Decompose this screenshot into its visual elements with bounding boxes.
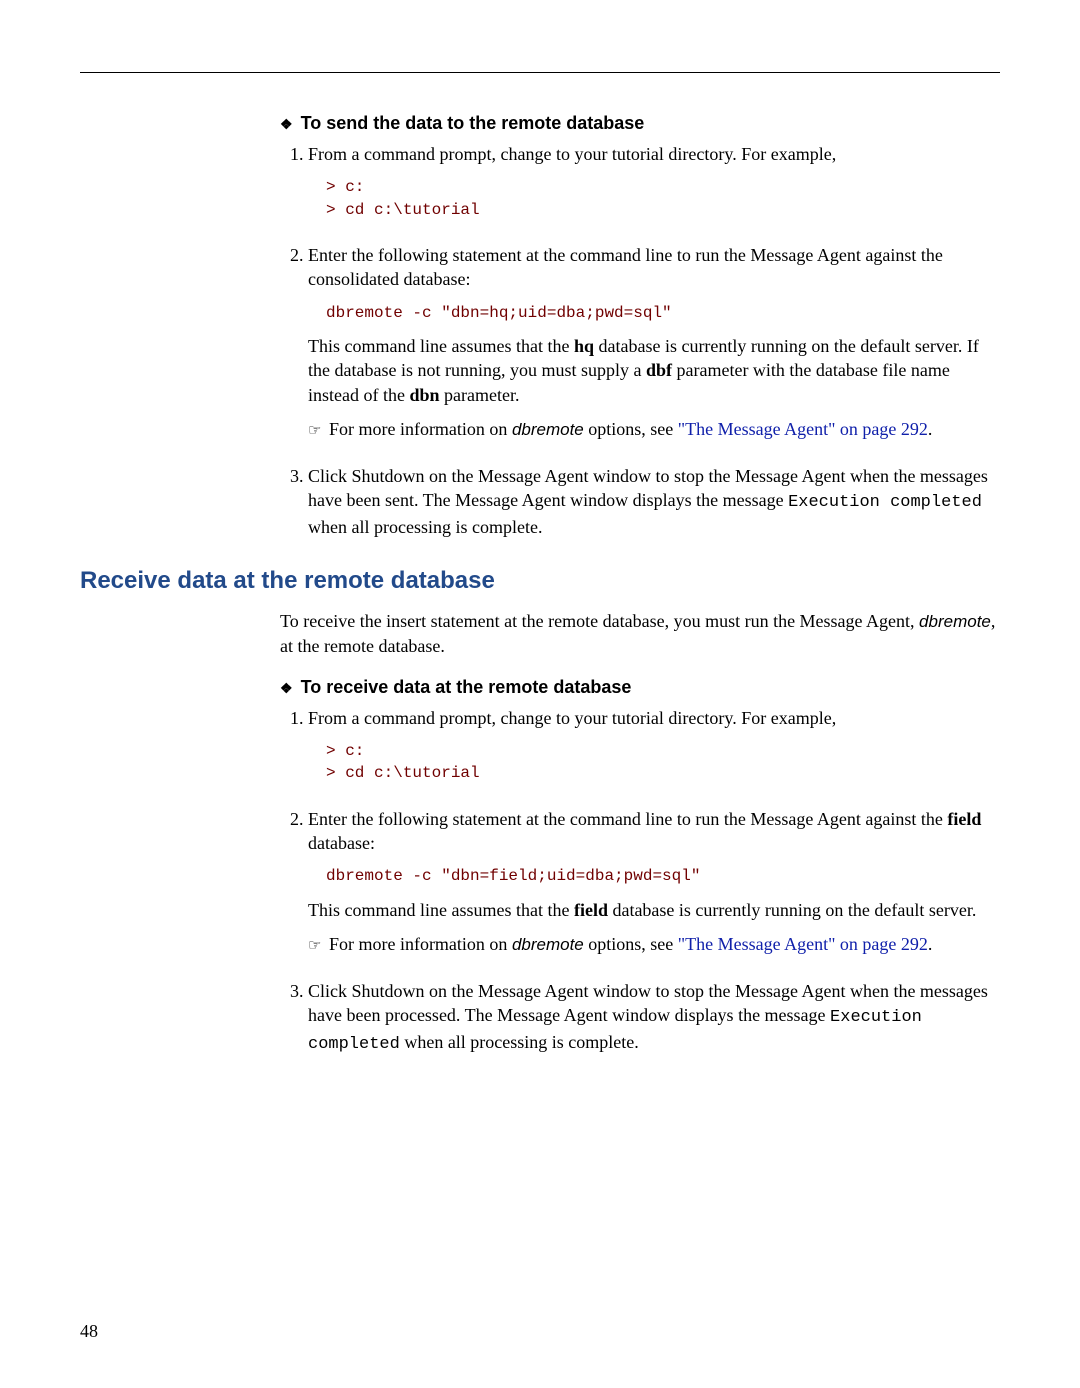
steps-list-1: From a command prompt, change to your tu… [280, 142, 1000, 539]
s1-step2-p1: This command line assumes that the hq da… [308, 334, 1000, 407]
s1-step3: Click Shutdown on the Message Agent wind… [308, 464, 1000, 540]
top-rule [80, 72, 1000, 73]
pointer-icon: ☞ [308, 938, 329, 954]
s2-step2-code: dbremote -c "dbn=field;uid=dba;pwd=sql" [326, 865, 1000, 887]
s1-step1-code: > c: > cd c:\tutorial [326, 176, 1000, 221]
s2-step1-code: > c: > cd c:\tutorial [326, 740, 1000, 785]
pointer-icon: ☞ [308, 423, 329, 439]
s1-step1-text: From a command prompt, change to your tu… [308, 144, 836, 164]
s2-step1-text: From a command prompt, change to your tu… [308, 708, 836, 728]
s1-step2-text: Enter the following statement at the com… [308, 245, 943, 289]
s1-step2-p2: ☞ For more information on dbremote optio… [308, 417, 1000, 442]
s1-step1: From a command prompt, change to your tu… [308, 142, 1000, 221]
diamond-icon: ❖ [280, 680, 293, 697]
section1-title-text: To send the data to the remote database [301, 113, 645, 133]
steps-list-2: From a command prompt, change to your tu… [280, 706, 1000, 1057]
intro-para: To receive the insert statement at the r… [280, 609, 1000, 658]
s2-step2: Enter the following statement at the com… [308, 807, 1000, 957]
s1-step2-code: dbremote -c "dbn=hq;uid=dba;pwd=sql" [326, 302, 1000, 324]
page-number: 48 [80, 1321, 98, 1342]
section1-title: ❖ To send the data to the remote database [280, 113, 1000, 134]
s2-step3: Click Shutdown on the Message Agent wind… [308, 979, 1000, 1057]
section2-title-text: To receive data at the remote database [301, 677, 632, 697]
link-message-agent-1[interactable]: "The Message Agent" on page 292 [678, 419, 928, 439]
h2-receive: Receive data at the remote database [80, 567, 1000, 595]
s2-step2-p1: This command line assumes that the field… [308, 898, 1000, 922]
link-message-agent-2[interactable]: "The Message Agent" on page 292 [678, 934, 928, 954]
s1-step2: Enter the following statement at the com… [308, 243, 1000, 442]
s2-step1: From a command prompt, change to your tu… [308, 706, 1000, 785]
section2-title: ❖ To receive data at the remote database [280, 677, 1000, 698]
diamond-icon: ❖ [280, 116, 293, 133]
s2-step2-p2: ☞ For more information on dbremote optio… [308, 932, 1000, 957]
